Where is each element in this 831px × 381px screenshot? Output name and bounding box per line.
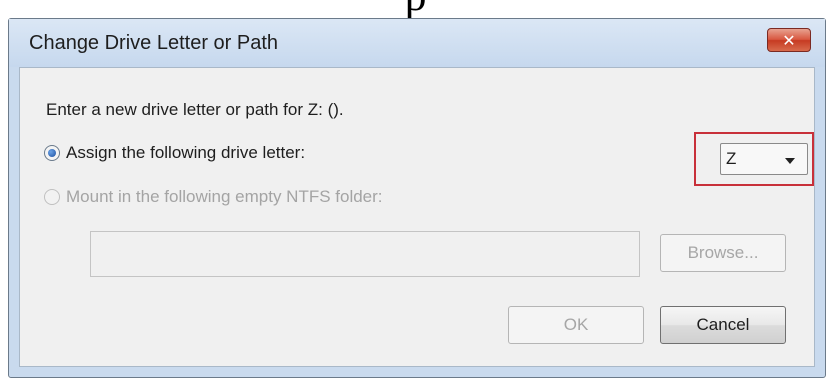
- chevron-down-icon: [785, 158, 795, 164]
- prompt-text: Enter a new drive letter or path for Z: …: [46, 100, 344, 119]
- close-icon: ✕: [782, 30, 796, 50]
- mount-radio[interactable]: [44, 189, 60, 205]
- cancel-button[interactable]: Cancel: [660, 306, 786, 344]
- change-drive-letter-dialog: Change Drive Letter or Path ✕ Enter a ne…: [8, 18, 826, 378]
- assign-radio[interactable]: [44, 145, 60, 161]
- radio-selected-dot: [48, 149, 56, 157]
- dialog-body: Enter a new drive letter or path for Z: …: [19, 67, 815, 367]
- dialog-title: Change Drive Letter or Path: [29, 32, 279, 54]
- drive-letter-highlight: Z: [694, 132, 814, 186]
- assign-drive-letter-option[interactable]: Assign the following drive letter:: [44, 143, 305, 163]
- folder-path-input[interactable]: [90, 231, 640, 277]
- ok-button[interactable]: OK: [508, 306, 644, 344]
- browse-button[interactable]: Browse...: [660, 234, 786, 272]
- drive-letter-value: Z: [726, 149, 737, 168]
- mount-radio-label: Mount in the following empty NTFS folder…: [66, 187, 383, 206]
- page-title-fragment: p: [0, 0, 831, 18]
- assign-radio-label: Assign the following drive letter:: [66, 143, 306, 162]
- mount-folder-option[interactable]: Mount in the following empty NTFS folder…: [44, 187, 383, 207]
- title-bar[interactable]: Change Drive Letter or Path ✕: [9, 19, 825, 67]
- drive-letter-dropdown[interactable]: Z: [720, 143, 808, 175]
- close-button[interactable]: ✕: [767, 28, 811, 52]
